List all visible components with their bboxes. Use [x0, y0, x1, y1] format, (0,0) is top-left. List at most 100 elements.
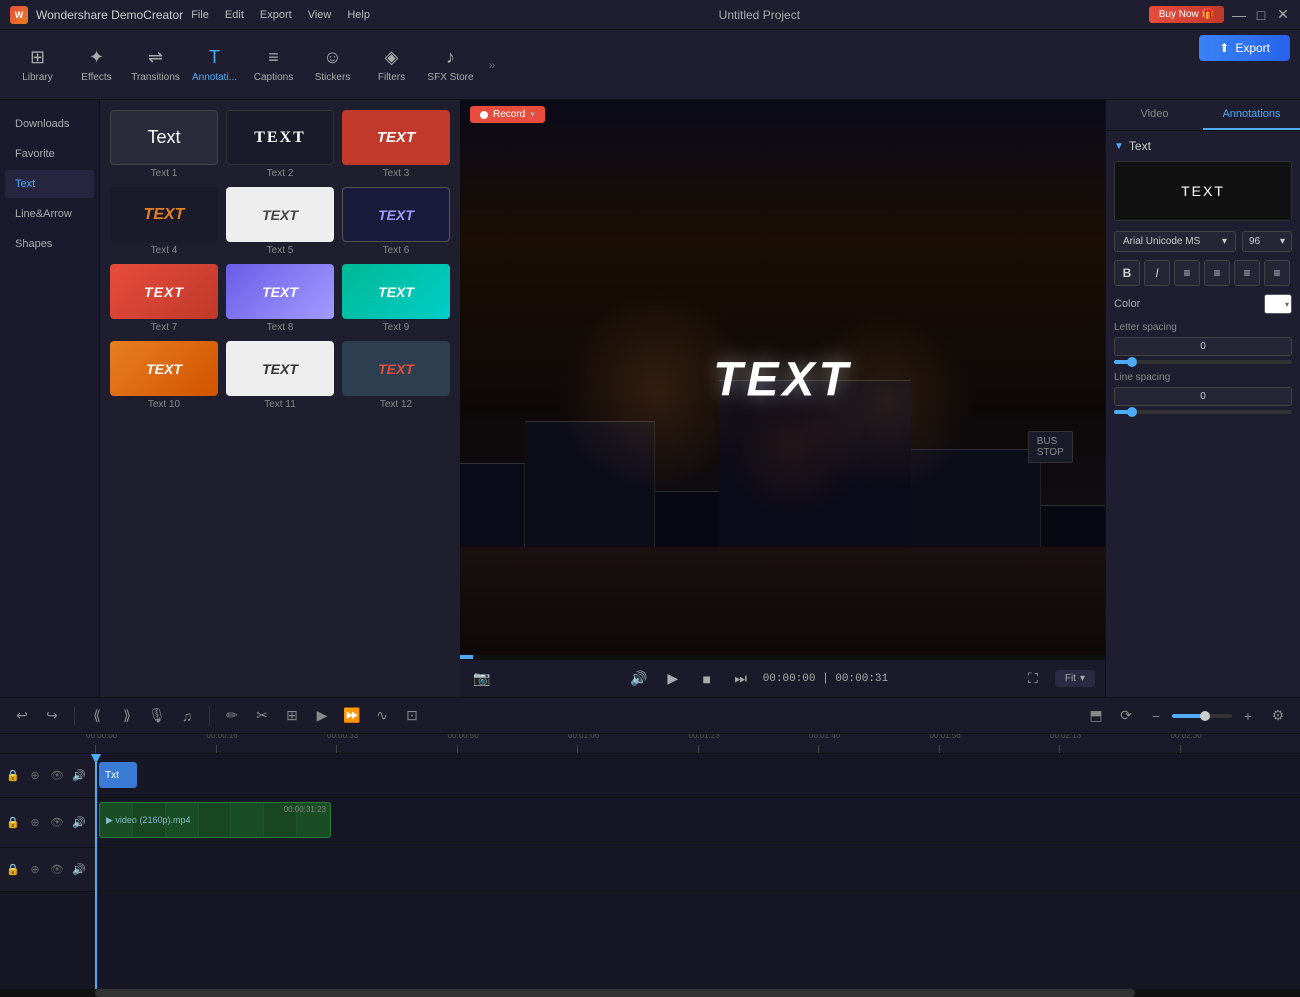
italic-button[interactable]: I: [1144, 260, 1170, 286]
insert-clip-button[interactable]: ⬒: [1084, 704, 1108, 728]
undo-button[interactable]: ↩: [10, 704, 34, 728]
menu-view[interactable]: View: [308, 9, 332, 21]
align-left-button[interactable]: ≡: [1174, 260, 1200, 286]
track-lock-icon[interactable]: 🔒: [4, 767, 22, 785]
annotation-item-1[interactable]: Text Text 1: [110, 110, 218, 179]
menu-edit[interactable]: Edit: [225, 9, 244, 21]
toolbar-filters[interactable]: ◈ Filters: [364, 35, 419, 95]
toolbar-transitions[interactable]: ⇌ Transitions: [128, 35, 183, 95]
color-swatch[interactable]: ▾: [1264, 294, 1292, 314]
stop-button[interactable]: ■: [695, 667, 719, 691]
letter-spacing-slider[interactable]: [1114, 360, 1292, 364]
annotation-item-10[interactable]: TEXT Text 10: [110, 341, 218, 410]
menu-file[interactable]: File: [191, 9, 209, 21]
video-clip[interactable]: ▶ video (2160p).mp4 00:00:31:23: [99, 802, 331, 838]
vtrack-add-icon[interactable]: ⊕: [26, 814, 44, 832]
letter-spacing-label: Letter spacing: [1114, 322, 1292, 333]
bold-button[interactable]: B: [1114, 260, 1140, 286]
vtrack-lock-icon[interactable]: 🔒: [4, 814, 22, 832]
path-button[interactable]: ∿: [370, 704, 394, 728]
tab-annotations[interactable]: Annotations: [1203, 100, 1300, 130]
toolbar-captions[interactable]: ≡ Captions: [246, 35, 301, 95]
track-eye-icon[interactable]: 👁: [48, 767, 66, 785]
align-right-button[interactable]: ≡: [1234, 260, 1260, 286]
align-justify-button[interactable]: ≡: [1264, 260, 1290, 286]
line-spacing-slider[interactable]: [1114, 410, 1292, 414]
voiceover-button[interactable]: 🎙: [145, 704, 169, 728]
line-spacing-input[interactable]: [1114, 387, 1292, 406]
toolbar-sfxstore[interactable]: ♪ SFX Store: [423, 35, 478, 95]
redo-button[interactable]: ↪: [40, 704, 64, 728]
sidebar-item-downloads[interactable]: Downloads: [5, 110, 94, 138]
fullscreen-button[interactable]: ⛶: [1021, 667, 1045, 691]
fit-button[interactable]: Fit ▾: [1055, 670, 1095, 687]
screenshot-button[interactable]: 📷: [470, 667, 494, 691]
letter-spacing-input[interactable]: [1114, 337, 1292, 356]
annotation-item-9[interactable]: TEXT Text 9: [342, 264, 450, 333]
atrack-mute-icon[interactable]: 🔊: [70, 861, 88, 879]
text-clip[interactable]: Txt: [99, 762, 137, 788]
close-button[interactable]: ✕: [1276, 8, 1290, 22]
toolbar-stickers[interactable]: ☺ Stickers: [305, 35, 360, 95]
maximize-button[interactable]: □: [1254, 8, 1268, 22]
annotation-item-7[interactable]: TEXT Text 7: [110, 264, 218, 333]
menu-help[interactable]: Help: [347, 9, 370, 21]
menu-export[interactable]: Export: [260, 9, 292, 21]
group-button[interactable]: ⊡: [400, 704, 424, 728]
next-frame-button[interactable]: ⏭: [729, 667, 753, 691]
atrack-eye-icon[interactable]: 👁: [48, 861, 66, 879]
text-preview-box[interactable]: TEXT: [1114, 161, 1292, 221]
tab-video[interactable]: Video: [1106, 100, 1203, 130]
sidebar-item-shapes[interactable]: Shapes: [5, 230, 94, 258]
timeline-scrollbar[interactable]: [0, 989, 1300, 997]
annotation-item-11[interactable]: TEXT Text 11: [226, 341, 334, 410]
annotation-item-3[interactable]: TEXT Text 3: [342, 110, 450, 179]
atrack-lock-icon[interactable]: 🔒: [4, 861, 22, 879]
annotation-item-2[interactable]: TEXT Text 2: [226, 110, 334, 179]
annotation-label-7: Text 7: [110, 322, 218, 333]
sidebar-item-linearrow[interactable]: Line&Arrow: [5, 200, 94, 228]
annotation-item-12[interactable]: TEXT Text 12: [342, 341, 450, 410]
split-button[interactable]: ⟪: [85, 704, 109, 728]
zoom-out-button[interactable]: −: [1144, 704, 1168, 728]
font-select[interactable]: Arial Unicode MS ▾: [1114, 231, 1236, 252]
color-label: Color: [1114, 298, 1140, 310]
toolbar-effects[interactable]: ✦ Effects: [69, 35, 124, 95]
audio-button[interactable]: ♫: [175, 704, 199, 728]
annotation-item-5[interactable]: TEXT Text 5: [226, 187, 334, 256]
tl-fastforward-button[interactable]: ⏩: [340, 704, 364, 728]
record-dot: [480, 111, 488, 119]
toolbar-library[interactable]: ⊞ Library: [10, 35, 65, 95]
ruler-4: 00:01:06: [577, 745, 698, 753]
atrack-add-icon[interactable]: ⊕: [26, 861, 44, 879]
track-mute-icon[interactable]: 🔊: [70, 767, 88, 785]
tl-play-button[interactable]: ▶: [310, 704, 334, 728]
play-button[interactable]: ▶: [661, 667, 685, 691]
minimize-button[interactable]: —: [1232, 8, 1246, 22]
export-button[interactable]: ⬆ Export: [1199, 35, 1290, 61]
toolbar-more[interactable]: »: [482, 35, 502, 95]
vtrack-mute-icon[interactable]: 🔊: [70, 814, 88, 832]
zoom-in-button[interactable]: +: [1236, 704, 1260, 728]
add-button[interactable]: ✏: [220, 704, 244, 728]
crop-button[interactable]: ⟫: [115, 704, 139, 728]
fit-timeline-button[interactable]: ⟳: [1114, 704, 1138, 728]
sidebar-item-text[interactable]: Text: [5, 170, 94, 198]
font-size-select[interactable]: 96 ▾: [1242, 231, 1292, 252]
sidebar-item-favorite[interactable]: Favorite: [5, 140, 94, 168]
zoom-slider[interactable]: [1172, 714, 1232, 718]
timeline-settings-button[interactable]: ⚙: [1266, 704, 1290, 728]
align-center-button[interactable]: ≡: [1204, 260, 1230, 286]
track-add-icon[interactable]: ⊕: [26, 767, 44, 785]
toolbar-annotations[interactable]: T Annotati...: [187, 35, 242, 95]
record-button[interactable]: Record ▾: [470, 106, 545, 123]
annotation-item-4[interactable]: TEXT Text 4: [110, 187, 218, 256]
volume-button[interactable]: 🔊: [627, 667, 651, 691]
cut-button[interactable]: ✂: [250, 704, 274, 728]
buy-now-button[interactable]: Buy Now 🎁: [1149, 6, 1224, 23]
grid-button[interactable]: ⊞: [280, 704, 304, 728]
vtrack-eye-icon[interactable]: 👁: [48, 814, 66, 832]
annotation-item-6[interactable]: TEXT Text 6: [342, 187, 450, 256]
scroll-thumb[interactable]: [95, 989, 1135, 997]
annotation-item-8[interactable]: TEXT Text 8: [226, 264, 334, 333]
